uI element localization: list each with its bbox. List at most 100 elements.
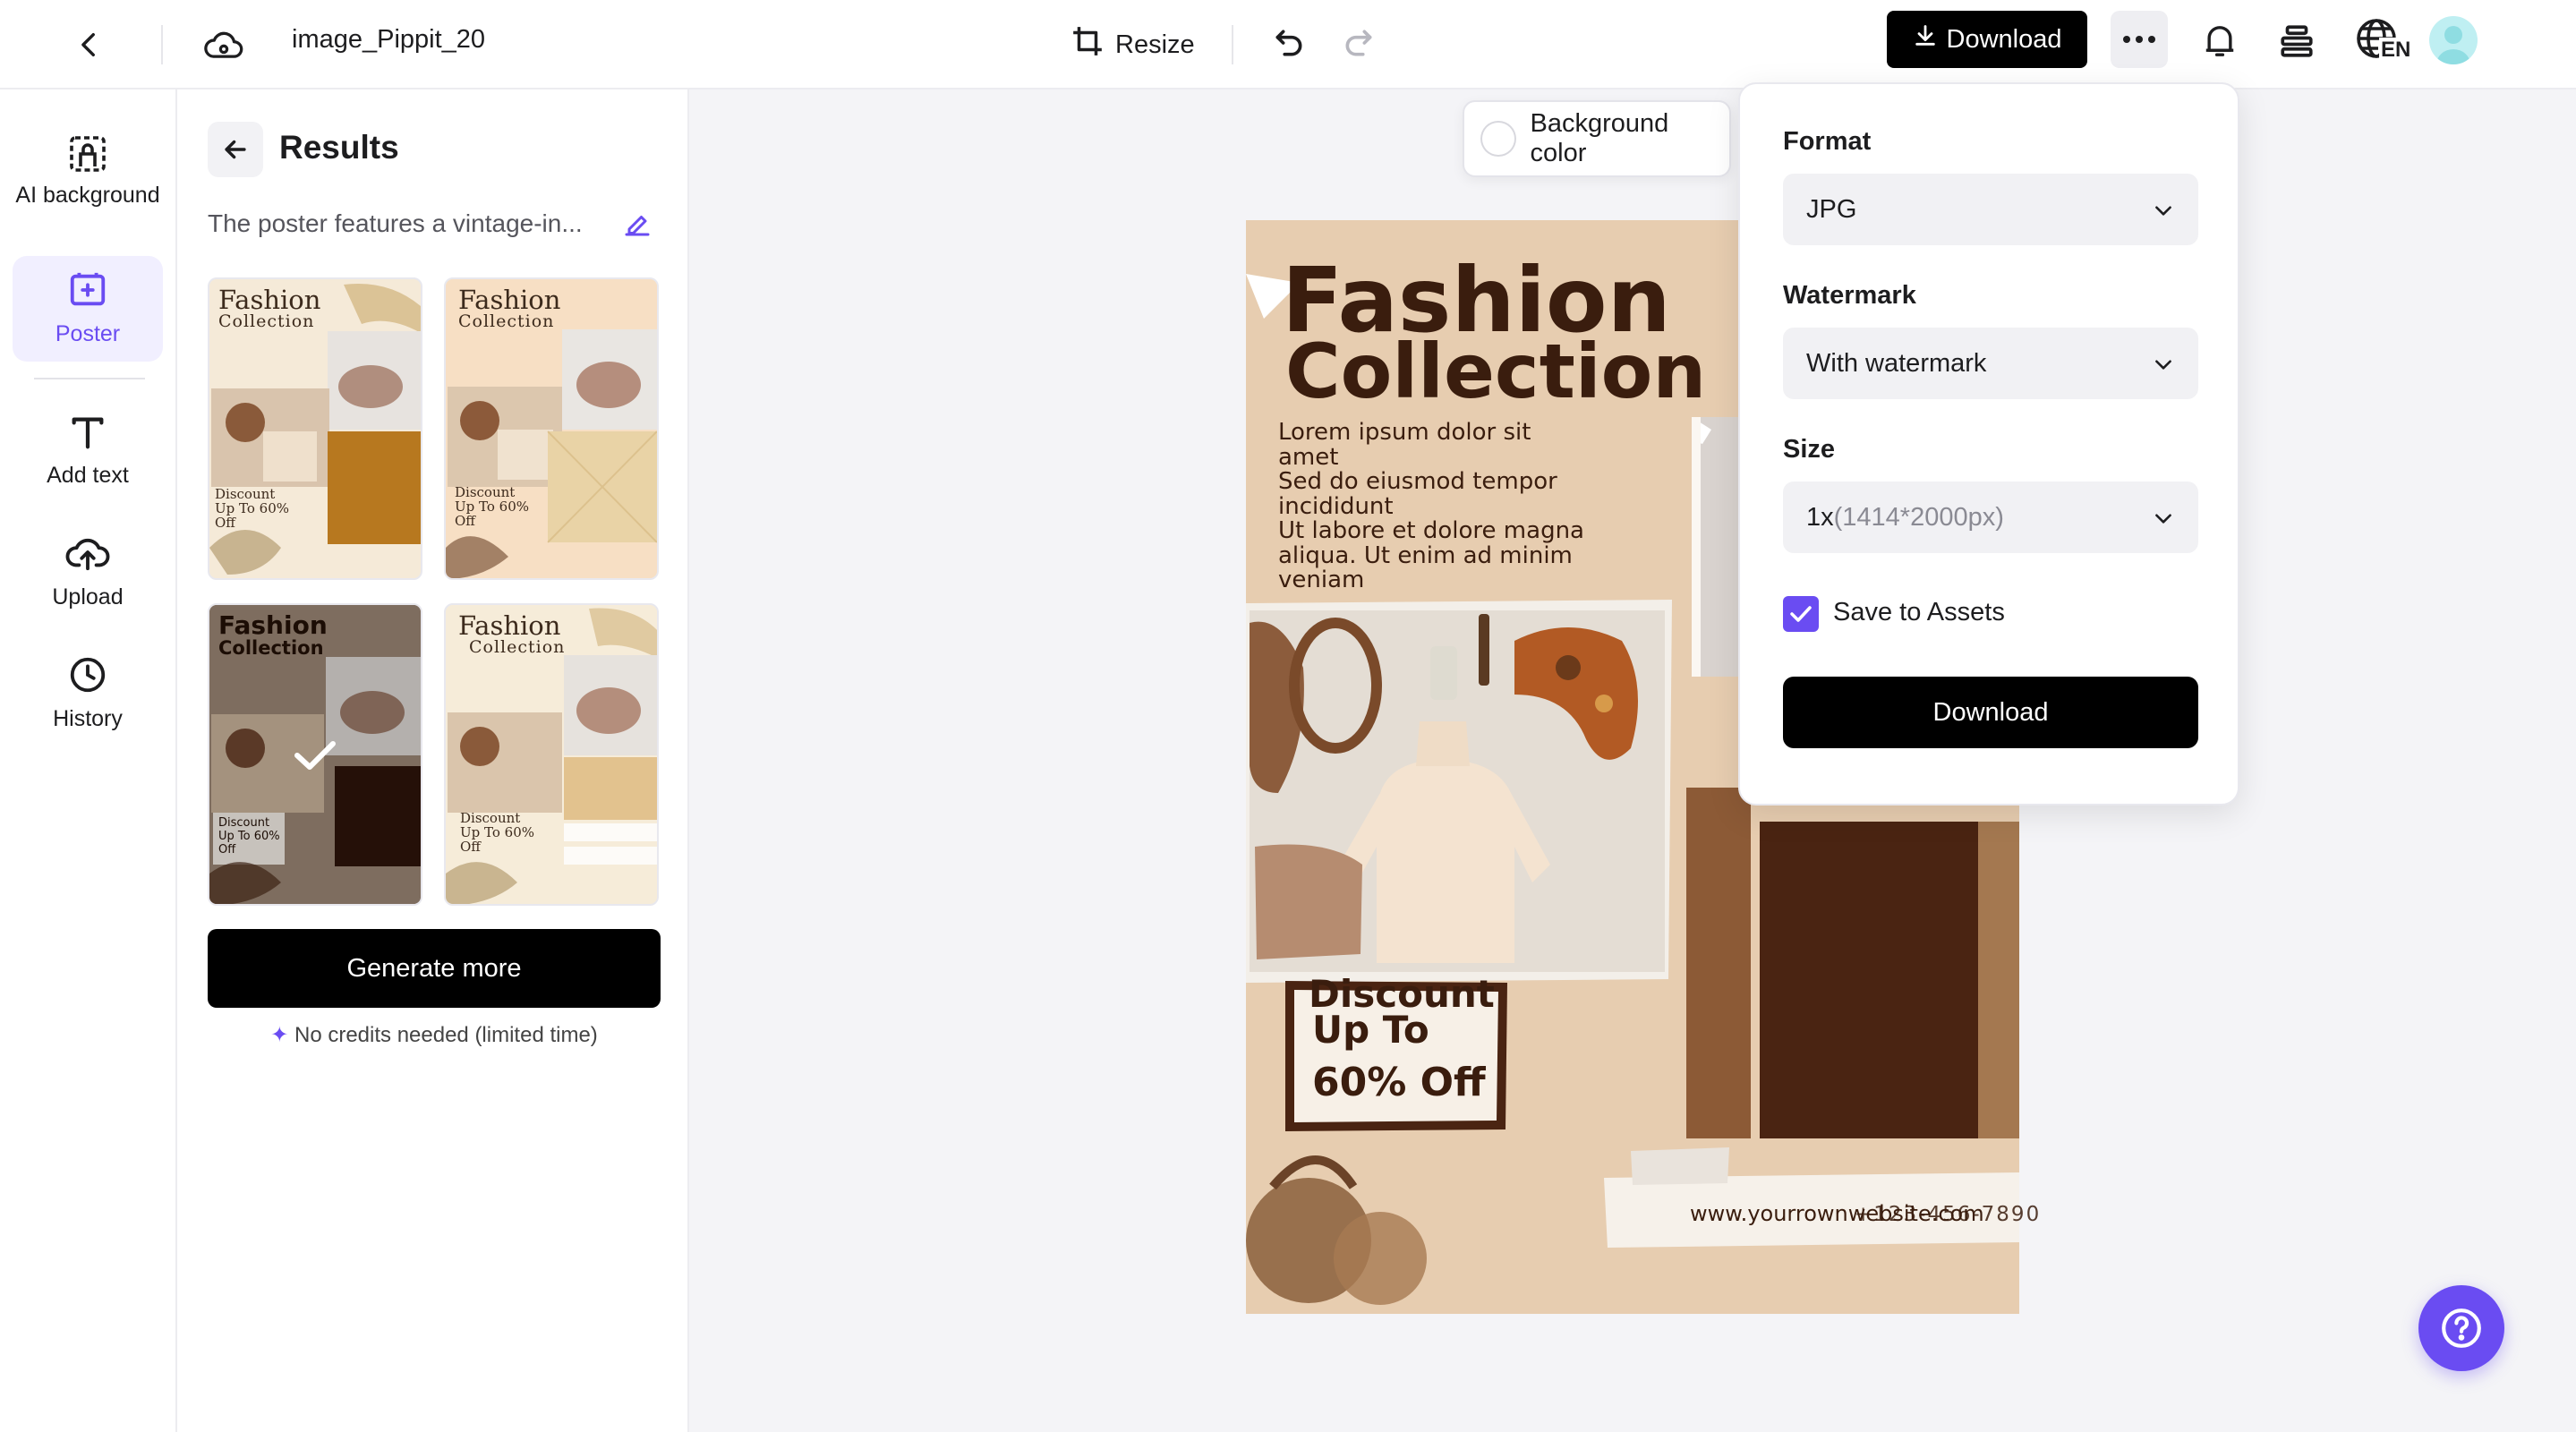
thumbnail-subtitle: Collection xyxy=(469,637,566,657)
poster-discount: Up To xyxy=(1312,1008,1429,1052)
top-bar: image_Pippit_20 Resize Download EN xyxy=(0,0,2576,90)
poster-discount: 60% Off xyxy=(1312,1060,1486,1105)
download-menu: Format JPG Watermark With watermark Size… xyxy=(1738,82,2239,806)
poster-body-line: Lorem ipsum dolor sit xyxy=(1278,419,1531,446)
size-value: 1x xyxy=(1806,502,1834,532)
thumbnail-discount: Discount Up To 60% Off xyxy=(218,816,280,857)
checkmark-icon xyxy=(292,737,338,778)
poster-body-line: Sed do eiusmod tempor xyxy=(1278,468,1557,495)
credits-note-text: No credits needed (limited time) xyxy=(294,1023,598,1047)
thumbnail-subtitle: Collection xyxy=(218,311,315,331)
results-back-button[interactable] xyxy=(208,122,263,177)
poster-body-line: Ut labore et dolore magna xyxy=(1278,517,1584,544)
result-thumbnail[interactable]: Fashion Collection Discount Up To 60% Of… xyxy=(444,603,659,906)
chevron-down-icon xyxy=(2152,199,2175,229)
format-select[interactable]: JPG xyxy=(1783,174,2198,245)
thumbnail-subtitle: Collection xyxy=(218,637,324,659)
question-icon xyxy=(2442,1308,2481,1348)
chevron-down-icon xyxy=(2152,507,2175,537)
thumbnail-title: Fashion xyxy=(458,285,561,315)
rail-item-poster[interactable]: Poster xyxy=(13,256,163,362)
thumbnail-title: Fashion xyxy=(218,285,321,315)
resize-button[interactable]: Resize xyxy=(1070,20,1195,70)
divider xyxy=(1232,25,1233,64)
rail-item-upload[interactable]: Upload xyxy=(13,519,163,625)
bell-icon[interactable] xyxy=(2193,14,2247,68)
thumbnail-title: Fashion xyxy=(218,610,328,640)
poster-icon xyxy=(70,272,106,306)
back-arrow-icon[interactable] xyxy=(64,20,115,70)
prompt-text: The poster features a vintage-in... xyxy=(208,209,583,237)
redo-icon[interactable] xyxy=(1334,18,1384,68)
resize-icon xyxy=(1070,24,1105,65)
watermark-value: With watermark xyxy=(1806,348,1987,378)
result-thumbnail[interactable]: Fashion Collection Discount Up To 60% Of… xyxy=(444,277,659,580)
save-to-assets-label[interactable]: Save to Assets xyxy=(1833,598,2005,627)
globe-language-icon[interactable]: EN xyxy=(2350,13,2413,72)
rail-item-history[interactable]: History xyxy=(13,641,163,746)
format-label: Format xyxy=(1783,127,1872,156)
thumbnail-subtitle: Collection xyxy=(458,311,555,331)
results-panel: Results The poster features a vintage-in… xyxy=(177,90,689,1432)
sparkle-icon: ✦ xyxy=(270,1023,289,1047)
results-title: Results xyxy=(279,129,399,166)
rail-divider xyxy=(34,378,145,379)
poster-body-line: incididunt xyxy=(1278,492,1394,520)
menu-download-button[interactable]: Download xyxy=(1783,677,2198,748)
checkmark-icon xyxy=(1790,606,1812,622)
download-arrow-icon xyxy=(1913,23,1938,55)
rail-item-label: Upload xyxy=(52,584,124,609)
cloud-sync-icon[interactable] xyxy=(199,20,249,70)
poster-subtitle: Collection xyxy=(1285,328,1707,415)
save-to-assets-checkbox[interactable] xyxy=(1783,596,1819,632)
background-color-label: Background color xyxy=(1530,109,1669,167)
thumbnail-title: Fashion xyxy=(458,610,561,641)
generate-more-button[interactable]: Generate more xyxy=(208,929,661,1008)
thumbnail-discount: Discount Up To 60% Off xyxy=(455,484,529,529)
tool-rail: AI background Poster Add text Upload His… xyxy=(0,90,177,1432)
rail-item-label: Add text xyxy=(47,463,129,488)
document-title[interactable]: image_Pippit_20 xyxy=(292,21,485,57)
arrow-left-icon xyxy=(225,140,246,159)
watermark-label: Watermark xyxy=(1783,281,1916,310)
divider xyxy=(161,25,163,64)
layers-icon[interactable] xyxy=(2270,14,2324,68)
undo-icon[interactable] xyxy=(1264,18,1314,68)
text-icon xyxy=(72,417,104,449)
format-value: JPG xyxy=(1806,194,1857,224)
thumbnail-discount: Discount Up To 60% Off xyxy=(215,486,289,531)
ai-background-icon xyxy=(70,136,106,172)
rail-item-label: History xyxy=(53,706,123,731)
avatar[interactable] xyxy=(2429,16,2478,64)
help-button[interactable] xyxy=(2418,1285,2504,1371)
poster-body: Lorem ipsum dolor sit amet Sed do eiusmo… xyxy=(1278,419,1654,593)
more-dots-icon xyxy=(2123,36,2155,43)
resize-label: Resize xyxy=(1115,30,1195,59)
size-select[interactable]: 1x (1414*2000px) xyxy=(1783,482,2198,553)
credits-note: ✦ No credits needed (limited time) xyxy=(208,1022,661,1048)
more-options-button[interactable] xyxy=(2111,11,2168,68)
size-label: Size xyxy=(1783,435,1836,464)
size-detail: (1414*2000px) xyxy=(1833,502,2004,532)
result-thumbnail-selected[interactable]: Fashion Collection Discount Up To 60% Of… xyxy=(208,603,422,906)
rail-item-label: Poster xyxy=(55,321,121,346)
app-root: image_Pippit_20 Resize Download EN AI ba… xyxy=(0,0,2576,1432)
rail-item-ai-background[interactable]: AI background xyxy=(13,113,163,229)
poster-body-line: amet xyxy=(1278,443,1339,471)
download-label: Download xyxy=(1946,24,2062,54)
result-thumbnail[interactable]: Fashion Collection Discount Up To 60% Of… xyxy=(208,277,422,580)
watermark-select[interactable]: With watermark xyxy=(1783,328,2198,399)
poster-body-line: veniam xyxy=(1278,567,1365,593)
upload-cloud-icon xyxy=(65,538,110,571)
background-color-button[interactable]: Background color xyxy=(1463,100,1731,177)
rail-item-add-text[interactable]: Add text xyxy=(13,397,163,503)
download-button[interactable]: Download xyxy=(1887,11,2087,68)
rail-item-label: AI background xyxy=(15,183,160,208)
thumbnail-discount: Discount Up To 60% Off xyxy=(460,810,534,855)
edit-pencil-icon[interactable] xyxy=(621,208,653,240)
clock-icon xyxy=(70,657,106,693)
language-badge: EN xyxy=(2379,38,2413,63)
chevron-down-icon xyxy=(2152,353,2175,383)
poster-phone: +123-456-7890 xyxy=(1855,1203,2042,1226)
color-swatch xyxy=(1480,121,1516,157)
